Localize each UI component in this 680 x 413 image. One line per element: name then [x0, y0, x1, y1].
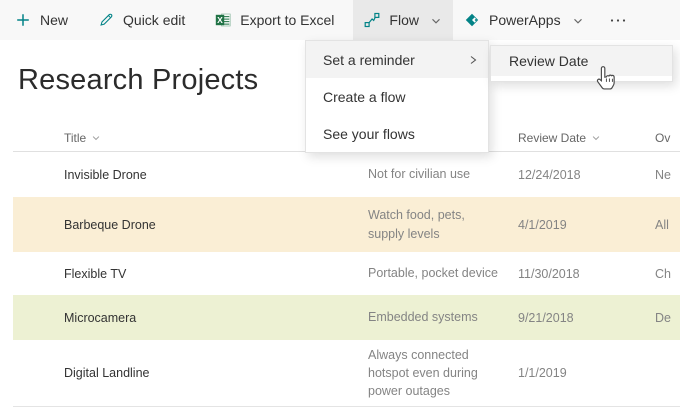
- chevron-right-icon: [470, 55, 477, 64]
- cell-owner: De: [655, 310, 671, 325]
- menu-item-see-your-flows[interactable]: See your flows: [306, 115, 488, 152]
- flow-button-label: Flow: [389, 12, 419, 28]
- cell-review-date: 9/21/2018: [518, 310, 574, 325]
- export-to-excel-label: Export to Excel: [240, 12, 335, 28]
- cell-description: Not for civilian use: [368, 167, 471, 182]
- cell-description: Always connected hotspot even during pow…: [368, 347, 478, 399]
- menu-item-create-a-flow[interactable]: Create a flow: [306, 78, 488, 115]
- table-row[interactable]: Digital Landline Always connected hotspo…: [13, 340, 680, 407]
- command-bar: New Quick edit X Export to Excel Flow Po…: [0, 0, 680, 40]
- cell-owner: Ne: [655, 167, 671, 182]
- cell-owner: Ch: [655, 266, 671, 281]
- cell-review-date: 11/30/2018: [518, 266, 580, 281]
- cell-review-date: 4/1/2019: [518, 217, 567, 232]
- flow-dropdown-menu: Set a reminder Create a flow See your fl…: [305, 40, 489, 153]
- cell-review-date: 12/24/2018: [518, 167, 581, 182]
- submenu-item-review-date[interactable]: Review Date: [491, 46, 672, 76]
- cell-title: Digital Landline: [64, 366, 150, 380]
- quick-edit-label: Quick edit: [123, 12, 186, 28]
- chevron-down-icon: [92, 136, 100, 141]
- reminder-submenu: Review Date: [490, 45, 673, 82]
- page-title: Research Projects: [18, 64, 259, 96]
- column-header-review-date[interactable]: Review Date: [518, 131, 655, 145]
- new-button-label: New: [40, 12, 69, 28]
- powerapps-button-label: PowerApps: [488, 12, 561, 28]
- chevron-down-icon: [432, 18, 440, 24]
- cell-owner: All: [655, 217, 669, 232]
- cell-title: Barbeque Drone: [64, 217, 156, 232]
- pencil-icon: [100, 13, 113, 26]
- quick-edit-button[interactable]: Quick edit: [87, 0, 196, 40]
- cell-title: Flexible TV: [64, 266, 127, 281]
- flow-button[interactable]: Flow: [353, 0, 453, 40]
- list-table: Title Review Date Ov Invisible Drone Not…: [0, 125, 680, 407]
- cell-title: Invisible Drone: [64, 167, 147, 182]
- excel-icon: X: [216, 13, 231, 27]
- new-button[interactable]: New: [4, 0, 79, 40]
- export-to-excel-button[interactable]: X Export to Excel: [204, 0, 345, 40]
- sharepoint-list-page: New Quick edit X Export to Excel Flow Po…: [0, 0, 680, 413]
- cell-title: Microcamera: [64, 310, 137, 325]
- powerapps-button[interactable]: PowerApps: [453, 0, 595, 40]
- cell-description: Embedded systems: [368, 310, 478, 325]
- table-row[interactable]: Invisible Drone Not for civilian use 12/…: [13, 152, 680, 197]
- table-row[interactable]: Flexible TV Portable, pocket device 11/3…: [13, 252, 680, 295]
- menu-item-set-a-reminder[interactable]: Set a reminder: [306, 41, 488, 78]
- chevron-down-icon: [592, 136, 600, 141]
- column-header-owner[interactable]: Ov: [655, 131, 680, 145]
- table-row[interactable]: Microcamera Embedded systems 9/21/2018 D…: [13, 295, 680, 340]
- plus-icon: [17, 14, 29, 26]
- cell-review-date: 1/1/2019: [518, 366, 567, 380]
- table-row[interactable]: Barbeque Drone Watch food, pets, supply …: [13, 197, 680, 252]
- ellipsis-icon: [610, 19, 625, 22]
- more-commands-button[interactable]: [595, 0, 641, 40]
- cell-description: Portable, pocket device: [368, 266, 498, 281]
- cell-description: Watch food, pets, supply levels: [368, 208, 465, 241]
- powerapps-icon: [465, 13, 479, 27]
- chevron-down-icon: [573, 18, 582, 24]
- svg-text:X: X: [217, 15, 223, 25]
- table-body: Invisible Drone Not for civilian use 12/…: [0, 152, 680, 407]
- flow-icon: [365, 12, 380, 28]
